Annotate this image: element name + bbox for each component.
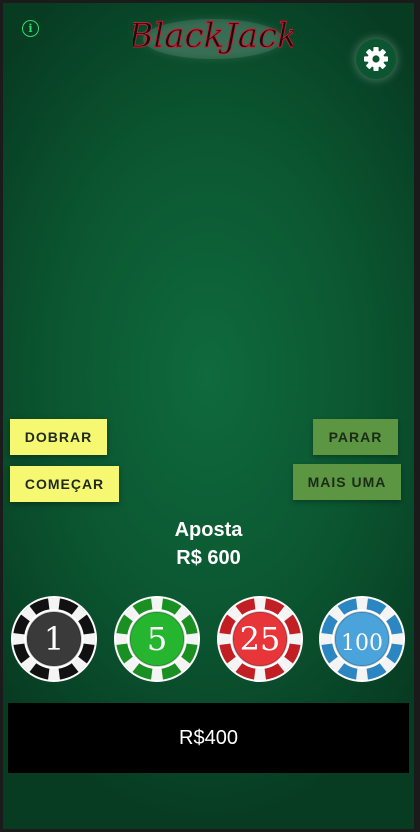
chip-1-graphic: 1 [11, 596, 97, 682]
chip-stripe [151, 598, 163, 610]
chip-100[interactable]: 100 [317, 594, 407, 684]
chip-stripe [254, 668, 266, 680]
chip-stripe [391, 633, 403, 645]
chip-stripe [321, 633, 333, 645]
double-button[interactable]: DOBRAR [10, 419, 107, 455]
chip-100-graphic: 100 [319, 596, 405, 682]
chip-stripe [151, 668, 163, 680]
chip-stripe [356, 598, 368, 610]
gear-icon [364, 47, 388, 71]
chip-25-graphic: 25 [217, 596, 303, 682]
chip-value-label: 1 [44, 620, 64, 658]
chip-stripe [48, 668, 60, 680]
chip-stripe [254, 598, 266, 610]
chip-stripe [356, 668, 368, 680]
chip-stripe [186, 633, 198, 645]
bet-value: R$ 600 [176, 547, 241, 569]
settings-button[interactable] [356, 39, 396, 79]
balance-display: R$400 [8, 703, 409, 773]
stand-button[interactable]: PARAR [313, 419, 398, 455]
chip-5[interactable]: 5 [112, 594, 202, 684]
bet-label: Aposta [174, 519, 243, 541]
chip-stripe [83, 633, 95, 645]
game-table: i BlackJack DOBRAR COMEÇAR PARAR MAIS UM… [3, 3, 414, 829]
blackjack-logo: BlackJack [133, 16, 293, 59]
chip-stripe [48, 598, 60, 610]
chip-value-label: 100 [341, 631, 383, 656]
logo-text: BlackJack [133, 16, 293, 56]
chip-5-graphic: 5 [114, 596, 200, 682]
info-icon[interactable]: i [22, 20, 39, 37]
start-button[interactable]: COMEÇAR [10, 466, 119, 502]
chip-value-label: 5 [147, 620, 167, 658]
hit-button[interactable]: MAIS UMA [293, 464, 401, 500]
chip-1[interactable]: 1 [9, 594, 99, 684]
chip-value-label: 25 [240, 620, 281, 658]
chip-stripe [289, 633, 301, 645]
chip-25[interactable]: 25 [215, 594, 305, 684]
chip-stripe [116, 633, 128, 645]
chip-stripe [219, 633, 231, 645]
chip-stripe [13, 633, 25, 645]
